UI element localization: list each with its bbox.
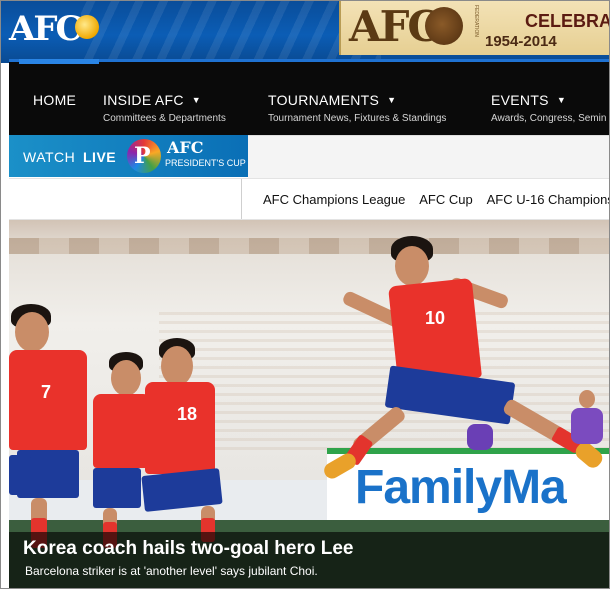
tournament-links-bar: AFC Champions League AFC Cup AFC U-16 Ch… bbox=[9, 178, 609, 220]
banner-ball-icon bbox=[425, 7, 463, 45]
caret-down-icon: ▼ bbox=[556, 95, 567, 105]
live-label: LIVE bbox=[83, 149, 117, 165]
watch-live-banner[interactable]: WATCH LIVE P AFC PRESIDENT'S CUP bbox=[9, 135, 248, 177]
nav-item-label: HOME bbox=[33, 92, 77, 108]
tournament-link-afc-cup[interactable]: AFC Cup bbox=[419, 192, 472, 207]
nav-item-inside-afc[interactable]: INSIDE AFC ▼ Committees & Departments bbox=[103, 92, 226, 124]
sub-nav-bar bbox=[248, 135, 609, 178]
background-person bbox=[569, 390, 609, 450]
watch-label: WATCH bbox=[23, 149, 76, 165]
nav-item-home[interactable]: HOME bbox=[33, 92, 76, 108]
jersey-number: 10 bbox=[425, 308, 446, 328]
presidents-cup-logo-icon: P bbox=[127, 139, 161, 173]
banner-years: 1954-2014 bbox=[485, 33, 557, 50]
nav-item-sub: Awards, Congress, Semin bbox=[491, 113, 607, 124]
tournament-links: AFC Champions League AFC Cup AFC U-16 Ch… bbox=[263, 192, 609, 207]
anniversary-banner[interactable]: AFC FEDERATION CELEBRA 1954-2014 bbox=[339, 1, 609, 55]
tournament-link-u16[interactable]: AFC U-16 Champions bbox=[487, 192, 609, 207]
main-nav: HOME INSIDE AFC ▼ Committees & Department… bbox=[9, 59, 609, 138]
football-icon bbox=[75, 15, 99, 39]
nav-active-indicator bbox=[19, 59, 99, 64]
caret-down-icon: ▼ bbox=[191, 95, 202, 105]
afc-logo-text: AFC bbox=[9, 9, 83, 49]
jersey-number: 7 bbox=[41, 382, 52, 402]
divider bbox=[241, 179, 242, 219]
page-frame: AFC AFC FEDERATION CELEBRA 1954-2014 HOM… bbox=[0, 0, 610, 589]
header-background bbox=[81, 1, 381, 63]
nav-item-label: EVENTS bbox=[491, 92, 549, 108]
caret-down-icon: ▼ bbox=[387, 95, 397, 105]
nav-item-tournaments[interactable]: TOURNAMENTS ▼ Tournament News, Fixtures &… bbox=[268, 92, 446, 124]
presidents-cup-name: PRESIDENT'S CUP bbox=[165, 158, 246, 168]
nav-item-sub: Committees & Departments bbox=[103, 113, 226, 124]
jersey-number: 18 bbox=[177, 404, 198, 424]
hero-caption[interactable]: Korea coach hails two-goal hero Lee Barc… bbox=[9, 532, 609, 588]
site-header: AFC AFC FEDERATION CELEBRA 1954-2014 bbox=[1, 1, 609, 63]
banner-title: CELEBRA bbox=[525, 11, 609, 31]
subheadline: Barcelona striker is at 'another level' … bbox=[25, 564, 318, 578]
player-10: 10 bbox=[321, 234, 609, 504]
nav-item-label: INSIDE AFC bbox=[103, 92, 184, 108]
presidents-cup-brand: AFC bbox=[167, 138, 204, 157]
nav-item-events[interactable]: EVENTS ▼ Awards, Congress, Semin bbox=[491, 92, 606, 124]
banner-federation-text: FEDERATION bbox=[473, 5, 479, 37]
headline[interactable]: Korea coach hails two-goal hero Lee bbox=[23, 538, 353, 560]
nav-item-sub: Tournament News, Fixtures & Standings bbox=[268, 113, 447, 124]
tournament-link-champions-league[interactable]: AFC Champions League bbox=[263, 192, 405, 207]
afc-logo[interactable]: AFC bbox=[9, 9, 101, 49]
nav-item-label: TOURNAMENTS bbox=[268, 92, 380, 108]
